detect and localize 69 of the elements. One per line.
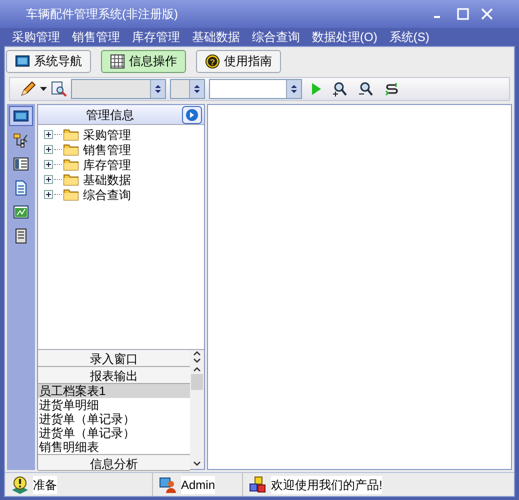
tree-item[interactable]: 销售管理: [83, 140, 131, 158]
scrollbar[interactable]: [190, 350, 204, 469]
warning-icon: [11, 476, 29, 494]
section-header[interactable]: 报表输出: [38, 367, 190, 384]
expand-icon[interactable]: [44, 130, 53, 139]
folder-icon: [63, 188, 79, 201]
forward-icon[interactable]: [182, 106, 202, 124]
folder-icon: [63, 158, 79, 171]
menu-item[interactable]: 数据处理(O): [312, 28, 378, 46]
expand-icon[interactable]: [44, 145, 53, 154]
side-tab[interactable]: [9, 106, 33, 126]
spinner-icon: [291, 85, 297, 93]
side-tab-icon: [13, 228, 29, 244]
expand-icon[interactable]: [44, 160, 53, 169]
zoom-in-icon[interactable]: [332, 81, 348, 97]
section-header[interactable]: 信息分析: [38, 454, 190, 471]
side-tab-icon: [13, 132, 29, 148]
status-text: 准备: [33, 476, 57, 494]
dropdown-field[interactable]: [170, 79, 205, 99]
pencil-icon[interactable]: [20, 81, 36, 97]
nav-button[interactable]: 信息操作: [101, 50, 186, 72]
side-tab-icon: [13, 156, 29, 172]
dropdown-field[interactable]: [209, 79, 302, 99]
dropdown-field[interactable]: [71, 79, 166, 99]
menu-item[interactable]: 销售管理: [72, 28, 120, 46]
user-name: Admin: [181, 476, 216, 494]
folder-icon: [63, 143, 79, 156]
preview-icon[interactable]: [51, 81, 67, 97]
menu-item[interactable]: 综合查询: [252, 28, 300, 46]
expand-icon[interactable]: [44, 175, 53, 184]
side-tab-icon: [13, 108, 29, 124]
spinner-icon: [194, 85, 200, 93]
side-tab-icon: [13, 204, 29, 220]
spinner-icon: [155, 85, 161, 93]
tree-item[interactable]: 综合查询: [83, 186, 131, 204]
report-item[interactable]: 销售明细表: [38, 440, 190, 454]
nav-button[interactable]: ? 使用指南: [196, 50, 281, 72]
grid-icon: [110, 54, 125, 68]
tree-item[interactable]: 库存管理: [83, 156, 131, 174]
user-icon: [159, 476, 177, 494]
side-tab-icon: [13, 180, 29, 196]
cubes-icon: [249, 476, 267, 494]
menu-item[interactable]: 系统(S): [389, 28, 430, 46]
help-icon: ?: [205, 54, 220, 68]
zoom-out-icon[interactable]: [358, 81, 374, 97]
nav-button[interactable]: 系统导航: [6, 50, 91, 72]
folder-icon: [63, 173, 79, 186]
menu-item[interactable]: 采购管理: [12, 28, 60, 46]
menu-item[interactable]: 基础数据: [192, 28, 240, 46]
monitor-icon: [15, 54, 30, 68]
scroll-thumb[interactable]: [191, 374, 203, 390]
welcome-message: 欢迎使用我们的产品!: [271, 476, 382, 494]
section-header[interactable]: 录入窗口: [38, 350, 190, 367]
caret-icon[interactable]: [40, 86, 47, 92]
menu-item[interactable]: 库存管理: [132, 28, 180, 46]
panel-title: 管理信息: [85, 106, 135, 124]
report-item[interactable]: 员工档案表1: [38, 384, 190, 398]
close-icon[interactable]: [481, 8, 493, 20]
tree-item[interactable]: 基础数据: [83, 170, 131, 188]
scroll-up-icon[interactable]: [193, 350, 201, 364]
tree-item[interactable]: 采购管理: [83, 126, 131, 144]
link-icon[interactable]: [384, 81, 400, 97]
expand-icon[interactable]: [44, 190, 53, 199]
window-title: 车辆配件管理系统(非注册版): [26, 6, 179, 23]
maximize-icon[interactable]: [457, 8, 469, 20]
folder-icon: [63, 128, 79, 141]
report-item[interactable]: 进货单明细: [38, 398, 190, 412]
report-item[interactable]: 进货单（单记录）: [38, 426, 190, 440]
report-item[interactable]: 进货单（单记录）: [38, 412, 190, 426]
